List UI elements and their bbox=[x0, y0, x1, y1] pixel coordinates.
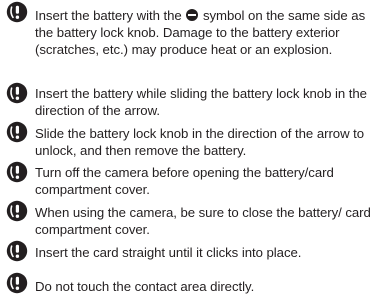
caution-icon bbox=[6, 82, 28, 104]
caution-icon bbox=[6, 161, 28, 183]
caution-note-text: Insert the card straight until it clicks… bbox=[35, 245, 302, 260]
caution-icon bbox=[6, 121, 28, 143]
caution-note-text: Insert the battery while sliding the bat… bbox=[35, 86, 367, 118]
minus-circle-icon bbox=[186, 9, 199, 21]
caution-note-text: When using the camera, be sure to close … bbox=[35, 205, 371, 237]
caution-note-text: Insert the battery with the symbol on th… bbox=[35, 7, 383, 58]
note-text-before-symbol: Insert the battery with the bbox=[35, 8, 186, 23]
caution-note-text: Turn off the camera before opening the b… bbox=[35, 165, 334, 197]
caution-icon bbox=[6, 1, 28, 23]
caution-icon bbox=[6, 200, 28, 222]
caution-icon bbox=[6, 240, 28, 262]
caution-note-text: Do not touch the contact area directly. bbox=[35, 279, 255, 294]
caution-icon bbox=[6, 272, 28, 294]
caution-note-text: Slide the battery lock knob in the direc… bbox=[35, 126, 365, 158]
